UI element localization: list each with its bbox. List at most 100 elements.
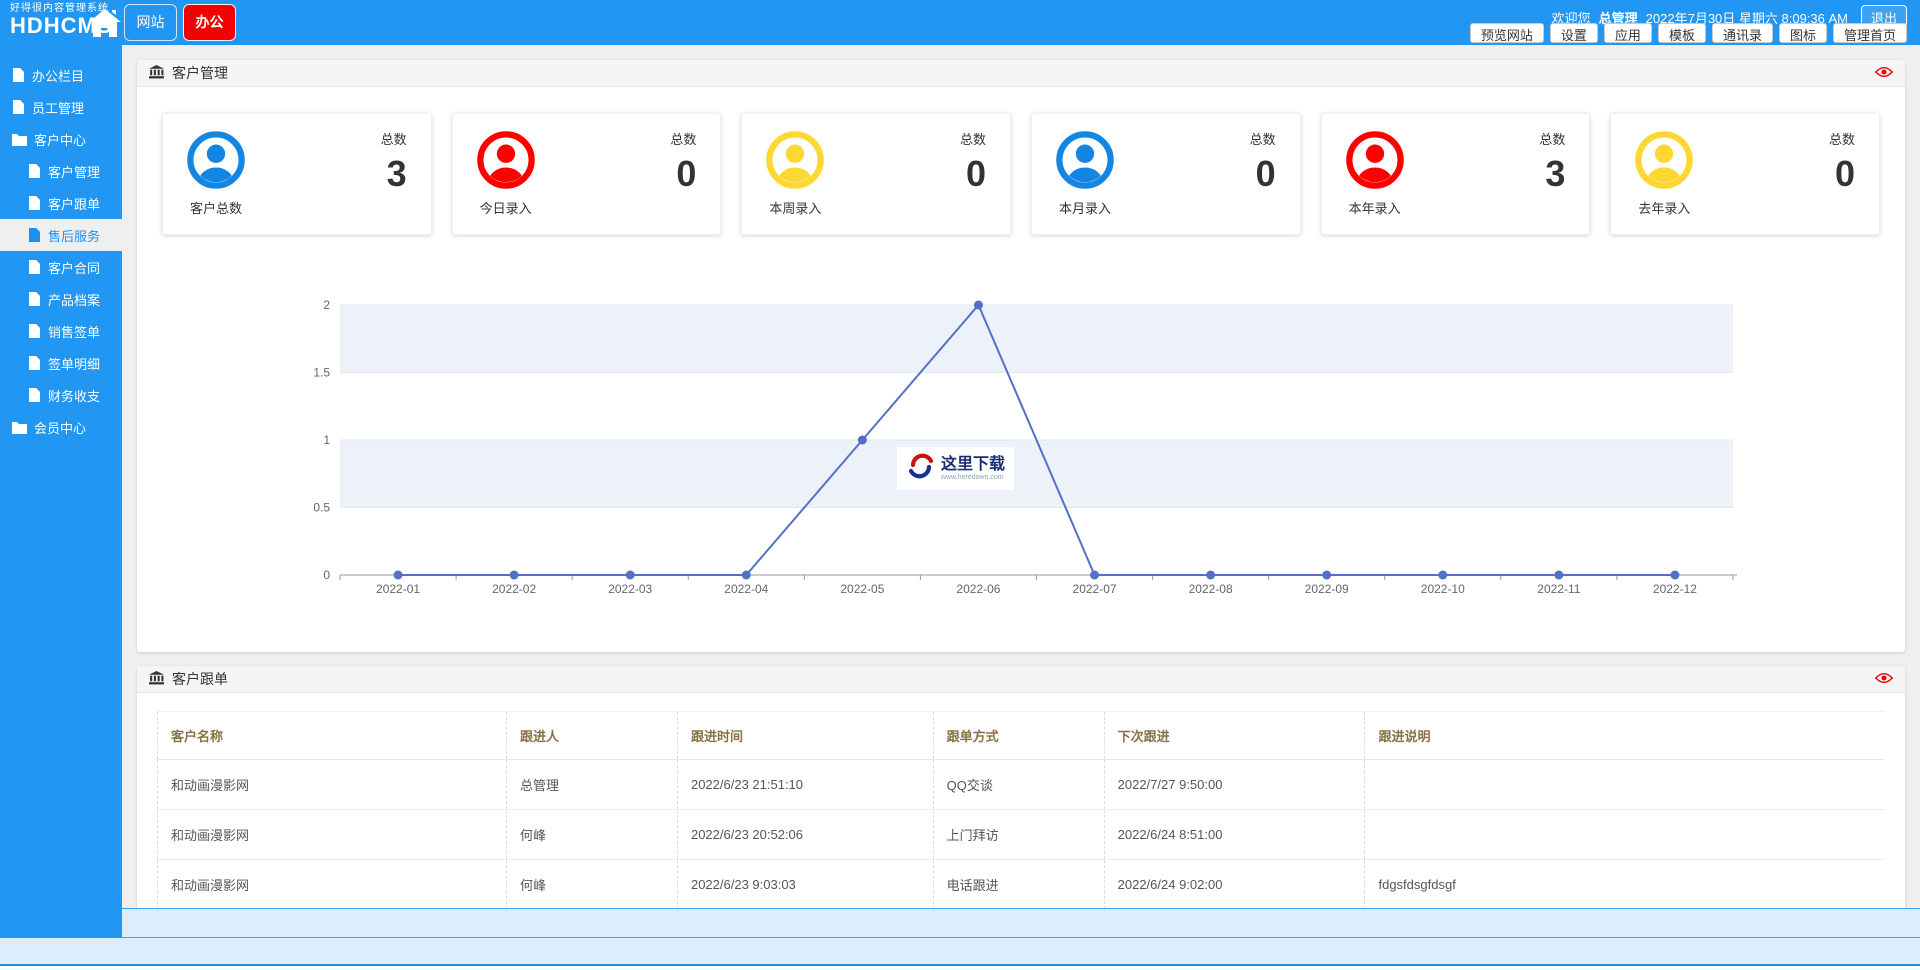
table-row: 和动画漫影网 何峰 2022/6/23 9:03:03 电话跟进 2022/6/24 9…	[157, 859, 1885, 908]
x-tick-label: 2022-06	[956, 582, 1000, 596]
data-point	[973, 300, 983, 310]
table-cell: 总管理	[505, 759, 678, 810]
user-icon	[1056, 131, 1114, 189]
y-tick-label: 0	[323, 568, 330, 582]
page-footer-strip	[0, 938, 1920, 966]
table-cell: 上门拜访	[932, 809, 1105, 860]
stat-card-right: 总数 0	[1829, 126, 1855, 222]
sidebar-item-销售签单[interactable]: 销售签单	[0, 315, 122, 347]
stat-card-left: 客户总数	[187, 126, 245, 222]
table-cell: 电话跟进	[932, 859, 1105, 908]
house-icon	[88, 8, 122, 43]
quick-button[interactable]: 图标	[1778, 23, 1827, 43]
data-point	[393, 570, 403, 580]
data-point	[1090, 570, 1100, 580]
stat-card-value: 0	[1255, 153, 1276, 194]
tab-office[interactable]: 办公	[183, 4, 236, 41]
table-cell: 2022/6/24 8:51:00	[1103, 809, 1365, 860]
stat-card-label: 今日录入	[479, 201, 532, 216]
x-tick-label: 2022-09	[1305, 582, 1349, 596]
table-cell: 和动画漫影网	[157, 859, 507, 908]
file-icon	[29, 196, 40, 210]
file-icon	[29, 164, 40, 178]
stat-card-value: 0	[965, 153, 987, 194]
table-cell: 2022/7/27 9:50:00	[1103, 759, 1365, 810]
y-tick-label: 1.5	[313, 366, 330, 380]
quick-button[interactable]: 模板	[1657, 23, 1706, 43]
sidebar-item-会员中心[interactable]: 会员中心	[0, 411, 122, 443]
stat-card-本年录入: 本年录入 总数 3	[1320, 113, 1591, 235]
sidebar-item-label: 客户管理	[48, 164, 101, 180]
stat-card-left: 本月录入	[1056, 126, 1114, 222]
table-cell: QQ交谈	[932, 759, 1105, 810]
sidebar-item-办公栏目[interactable]: 办公栏目	[0, 59, 122, 91]
table-cell	[1364, 759, 1885, 810]
table-cell: 和动画漫影网	[157, 759, 507, 810]
folder-icon	[12, 421, 27, 434]
data-point	[1438, 570, 1448, 580]
mode-tabs: 网站 办公	[124, 4, 236, 41]
content-footer-strip	[122, 908, 1920, 938]
table-cell: 和动画漫影网	[157, 809, 507, 860]
data-point	[1206, 570, 1216, 580]
table-row: 和动画漫影网 总管理 2022/6/23 21:51:10 QQ交谈 2022/7/27…	[157, 759, 1885, 810]
stat-card-客户总数: 客户总数 总数 3	[162, 113, 432, 235]
user-icon	[1635, 131, 1694, 189]
watermark-swirl-icon	[906, 451, 936, 486]
stat-card-label: 本周录入	[769, 201, 822, 216]
panel-header: 客户管理	[137, 60, 1905, 87]
sidebar-item-售后服务[interactable]: 售后服务	[0, 219, 122, 251]
data-point	[625, 570, 635, 580]
stat-card-right: 总数 3	[381, 126, 407, 222]
collapse-eye-icon[interactable]	[1874, 670, 1894, 688]
quick-button[interactable]: 管理首页	[1832, 23, 1907, 43]
table-header-row: 客户名称 跟进人 跟进时间 跟单方式 下次跟进 跟进说明	[157, 711, 1885, 760]
user-icon	[1345, 131, 1404, 189]
stat-card-badge: 总数	[1249, 132, 1276, 147]
sidebar-item-label: 客户跟单	[48, 196, 101, 212]
stat-card-去年录入: 去年录入 总数 0	[1610, 113, 1881, 235]
sidebar-item-员工管理[interactable]: 员工管理	[0, 91, 122, 123]
stat-card-left: 本周录入	[766, 126, 825, 222]
quick-button[interactable]: 通讯录	[1711, 23, 1773, 43]
x-tick-label: 2022-04	[724, 582, 768, 596]
x-tick-label: 2022-11	[1537, 582, 1580, 596]
sidebar-item-客户管理[interactable]: 客户管理	[0, 155, 122, 187]
y-tick-label: 2	[323, 298, 330, 312]
table-header-cell: 下次跟进	[1103, 711, 1365, 760]
stat-card-right: 总数 0	[960, 126, 986, 222]
tab-website[interactable]: 网站	[124, 4, 177, 41]
stat-card-label: 去年录入	[1638, 201, 1691, 216]
stats-row: 客户总数 总数 3 今日录入 总数 0 本周录入 总数 0 本月录入 总数 0 本年录入 总数 3 去年录入 总…	[137, 87, 1905, 235]
table-header-cell: 跟进时间	[676, 711, 934, 760]
sidebar: 办公栏目员工管理客户中心客户管理客户跟单售后服务客户合同产品档案销售签单 签单明细…	[0, 45, 122, 938]
sidebar-item-label: 员工管理	[32, 100, 85, 116]
collapse-eye-icon[interactable]	[1874, 64, 1894, 82]
sidebar-item-签单明细[interactable]: 签单明细	[0, 347, 122, 379]
quick-button[interactable]: 设置	[1549, 23, 1598, 43]
quick-button[interactable]: 应用	[1603, 23, 1652, 43]
data-point	[741, 570, 751, 580]
customer-follow-panel: 客户跟单 客户名称 跟进人 跟进时间 跟单方式 下次跟进 跟进说明 和动画漫影网 总管理 20…	[137, 666, 1905, 908]
line-chart: 0 0.5 1 1.5 2 2022-01 2022-02 2022-03 2022-04 202…	[137, 297, 1905, 597]
sidebar-item-label: 产品档案	[48, 292, 101, 308]
sidebar-item-label: 办公栏目	[32, 68, 85, 84]
stat-card-label: 本月录入	[1059, 201, 1112, 216]
sidebar-item-label: 财务收支	[48, 388, 101, 404]
sidebar-item-产品档案[interactable]: 产品档案	[0, 283, 122, 315]
sidebar-item-客户跟单[interactable]: 客户跟单	[0, 187, 122, 219]
sidebar-item-客户合同[interactable]: 客户合同	[0, 251, 122, 283]
data-point	[509, 570, 519, 580]
stat-card-badge: 总数	[380, 132, 407, 147]
stat-card-left: 本年录入	[1345, 126, 1404, 222]
chart-band	[340, 440, 1733, 508]
sidebar-item-客户中心[interactable]: 客户中心	[0, 123, 122, 155]
line-chart-svg: 0 0.5 1 1.5 2 2022-01 2022-02 2022-03 2022-04 202…	[313, 298, 1737, 596]
x-tick-label: 2022-12	[1653, 582, 1697, 596]
sidebar-item-财务收支[interactable]: 财务收支	[0, 379, 122, 411]
quick-button[interactable]: 预览网站	[1469, 23, 1544, 43]
table-cell: 2022/6/24 9:02:00	[1103, 859, 1365, 908]
main-content: 客户管理 客户总数 总数 3 今日录入 总数 0 本周录入 总数 0 本月录入 总数 0 本年录入 总数 3…	[122, 45, 1920, 908]
x-tick-label: 2022-05	[840, 582, 884, 596]
sidebar-item-label: 售后服务	[48, 228, 101, 244]
